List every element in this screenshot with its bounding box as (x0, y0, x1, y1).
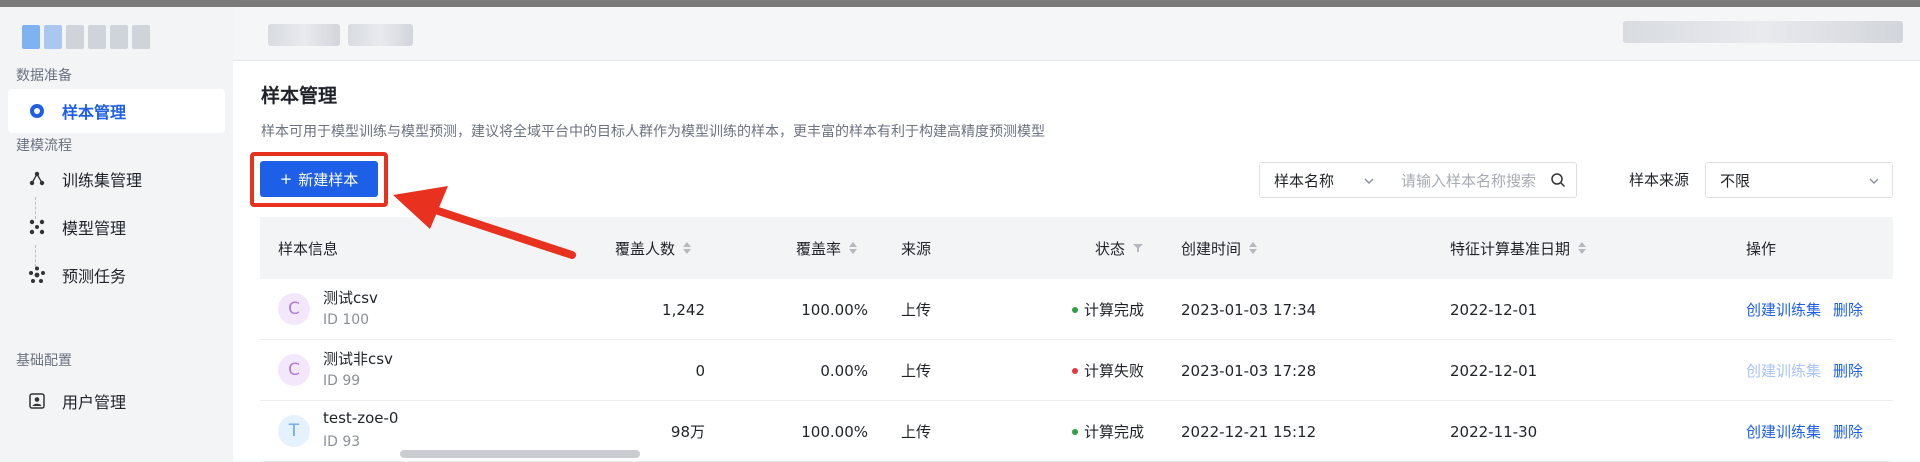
training-set-icon (28, 170, 46, 188)
sample-icon (28, 102, 46, 120)
rate-value: 100.00% (801, 300, 868, 319)
table-header: 样本信息 覆盖人数 覆盖率 来源 状态 创建时间 特征计算基准日期 操作 (260, 217, 1893, 279)
sidebar-item-sample[interactable]: 样本管理 (8, 89, 225, 133)
status-dot (1072, 428, 1078, 435)
coverage-value: 0 (695, 361, 705, 380)
sidebar-item-label: 样本管理 (62, 103, 127, 122)
sample-id: ID 100 (323, 312, 370, 328)
sidebar-group-title: 建模流程 (16, 138, 72, 154)
created-time: 2023-01-03 17:28 (1181, 361, 1317, 380)
base-date: 2022-12-01 (1450, 361, 1538, 380)
column-header-sample-info: 样本信息 (278, 239, 339, 258)
source-value: 上传 (901, 423, 932, 441)
sidebar: 数据准备 样本管理 建模流程 训练集管理 模型管理 预测任务 基础配置 用户管理 (0, 7, 233, 461)
breadcrumb-blurred (268, 24, 340, 46)
chevron-down-icon (1868, 173, 1880, 191)
sidebar-item-label: 训练集管理 (62, 171, 143, 190)
page-description: 样本可用于模型训练与模型预测，建议将全域平台中的目标人群作为模型训练的样本，更丰… (261, 124, 1045, 140)
source-value: 上传 (901, 362, 932, 380)
source-filter-label: 样本来源 (1629, 171, 1690, 189)
created-time: 2022-12-21 15:12 (1181, 422, 1317, 441)
avatar: T (278, 415, 310, 447)
column-header-rate[interactable]: 覆盖率 (796, 217, 858, 279)
sort-icon[interactable] (849, 242, 858, 254)
status-dot (1072, 306, 1078, 313)
search-icon[interactable] (1550, 172, 1566, 192)
status-badge: 计算失败 (1072, 340, 1144, 401)
page-title: 样本管理 (261, 85, 338, 107)
status-badge: 计算完成 (1072, 401, 1144, 462)
row-actions: 创建训练集 删除 (1746, 340, 1863, 401)
create-training-set-link: 创建训练集 (1746, 362, 1822, 380)
delete-link[interactable]: 删除 (1833, 421, 1863, 442)
sample-id: ID 93 (323, 434, 361, 450)
column-header-base-date[interactable]: 特征计算基准日期 (1450, 217, 1587, 279)
horizontal-scrollbar[interactable] (400, 450, 640, 458)
coverage-value: 1,242 (662, 300, 705, 319)
source-value: 上传 (901, 301, 932, 319)
base-date: 2022-11-30 (1450, 422, 1538, 441)
sort-icon[interactable] (1578, 242, 1587, 254)
status-dot (1072, 367, 1078, 374)
column-header-actions: 操作 (1746, 239, 1777, 258)
app-logo (22, 25, 150, 49)
sample-name: 测试csv (323, 289, 378, 307)
chevron-down-icon (1363, 173, 1375, 191)
sample-id: ID 99 (323, 373, 361, 389)
avatar: C (278, 293, 310, 325)
source-filter-value: 不限 (1720, 171, 1751, 190)
column-header-status[interactable]: 状态 (1095, 217, 1144, 279)
table-row: C 测试csv ID 100 1,242 100.00% 上传 计算完成 202… (260, 279, 1893, 340)
table-row: C 测试非csv ID 99 0 0.00% 上传 计算失败 2023-01-0… (260, 340, 1893, 401)
filter-icon[interactable] (1133, 239, 1144, 257)
rate-value: 0.00% (820, 361, 868, 380)
top-header (233, 7, 1920, 61)
create-training-set-link[interactable]: 创建训练集 (1746, 299, 1821, 320)
sidebar-group-title: 基础配置 (16, 353, 72, 369)
prediction-icon (28, 266, 46, 284)
sidebar-group-title: 数据准备 (16, 68, 72, 84)
base-date: 2022-12-01 (1450, 300, 1538, 319)
row-actions: 创建训练集 删除 (1746, 279, 1863, 340)
column-header-source: 来源 (901, 239, 932, 258)
breadcrumb-blurred (348, 24, 413, 46)
column-header-coverage[interactable]: 覆盖人数 (615, 217, 692, 279)
delete-link[interactable]: 删除 (1833, 360, 1863, 381)
sort-icon[interactable] (1249, 242, 1258, 254)
sample-name: test-zoe-0 (323, 409, 399, 427)
main-content: 样本管理 样本可用于模型训练与模型预测，建议将全域平台中的目标人群作为模型训练的… (233, 61, 1920, 462)
model-icon (28, 218, 46, 236)
search-placeholder: 请输入样本名称搜索 (1401, 171, 1537, 190)
highlight-box (250, 152, 388, 207)
status-badge: 计算完成 (1072, 279, 1144, 340)
sort-icon[interactable] (683, 242, 692, 254)
created-time: 2023-01-03 17:34 (1181, 300, 1317, 319)
sidebar-item-label: 模型管理 (62, 219, 127, 238)
search-field-select[interactable]: 样本名称 (1259, 162, 1388, 198)
rate-value: 100.00% (801, 422, 868, 441)
row-actions: 创建训练集 删除 (1746, 401, 1863, 462)
search-input[interactable]: 请输入样本名称搜索 (1387, 162, 1577, 198)
create-training-set-link[interactable]: 创建训练集 (1746, 421, 1821, 442)
sidebar-item-prediction[interactable]: 预测任务 (8, 253, 225, 297)
sidebar-item-model[interactable]: 模型管理 (8, 205, 225, 249)
search-field-value: 样本名称 (1274, 171, 1335, 190)
sidebar-item-label: 用户管理 (62, 393, 127, 412)
delete-link[interactable]: 删除 (1833, 299, 1863, 320)
sidebar-item-label: 预测任务 (62, 267, 127, 286)
column-header-created[interactable]: 创建时间 (1181, 217, 1258, 279)
user-info-blurred (1623, 21, 1903, 43)
coverage-value: 98万 (670, 423, 705, 441)
window-top-bar (0, 0, 1920, 7)
source-filter-select[interactable]: 不限 (1705, 162, 1893, 198)
sidebar-item-training-set[interactable]: 训练集管理 (8, 157, 225, 201)
sample-name: 测试非csv (323, 350, 393, 368)
avatar: C (278, 354, 310, 386)
user-icon (28, 392, 46, 410)
sidebar-item-user[interactable]: 用户管理 (8, 379, 225, 423)
sample-table: 样本信息 覆盖人数 覆盖率 来源 状态 创建时间 特征计算基准日期 操作 C 测… (260, 217, 1893, 462)
